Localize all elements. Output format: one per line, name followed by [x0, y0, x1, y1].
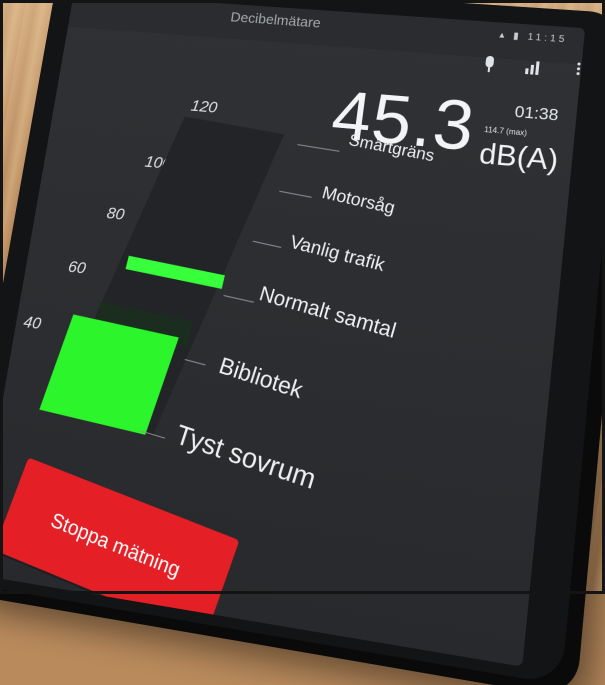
reference-label-motorsag: Motorsåg	[320, 182, 398, 218]
status-bar: ▴ ▮ 11:15	[498, 30, 568, 46]
tick-vanlig-trafik	[252, 240, 282, 248]
reference-label-bibliotek: Bibliotek	[216, 351, 307, 404]
mic-icon[interactable]	[485, 55, 495, 68]
stop-measurement-button[interactable]: Stoppa mätning	[0, 457, 240, 638]
app-screen: Decibelmätare ▴ ▮ 11:15 01:38 45.3 114.7…	[0, 0, 586, 667]
scale-label-60: 60	[66, 257, 88, 278]
overflow-menu-icon[interactable]	[576, 62, 581, 76]
tick-bibliotek	[184, 359, 206, 366]
bar-chart-icon[interactable]	[524, 61, 543, 76]
scale-label-120: 120	[189, 96, 219, 117]
status-time: 11:15	[527, 31, 568, 46]
app-bar: Decibelmätare ▴ ▮ 11:15	[67, 0, 586, 65]
max-decibel-label: 114.7 (max)	[483, 125, 528, 138]
reference-label-normalt-samtal: Normalt samtal	[256, 282, 399, 343]
tick-normalt-samtal	[223, 294, 254, 303]
tick-motorsag	[279, 190, 312, 198]
scale-label-40: 40	[22, 312, 43, 333]
app-title: Decibelmätare	[229, 9, 322, 32]
scale-label-80: 80	[105, 203, 126, 224]
reference-label-tyst-sovrum: Tyst sovrum	[171, 418, 320, 496]
phone-device: Decibelmätare ▴ ▮ 11:15 01:38 45.3 114.7…	[0, 0, 605, 685]
elapsed-timer: 01:38	[513, 102, 560, 125]
decibel-unit: dB(A)	[477, 137, 560, 178]
reference-label-vanlig-trafik: Vanlig trafik	[287, 232, 387, 276]
